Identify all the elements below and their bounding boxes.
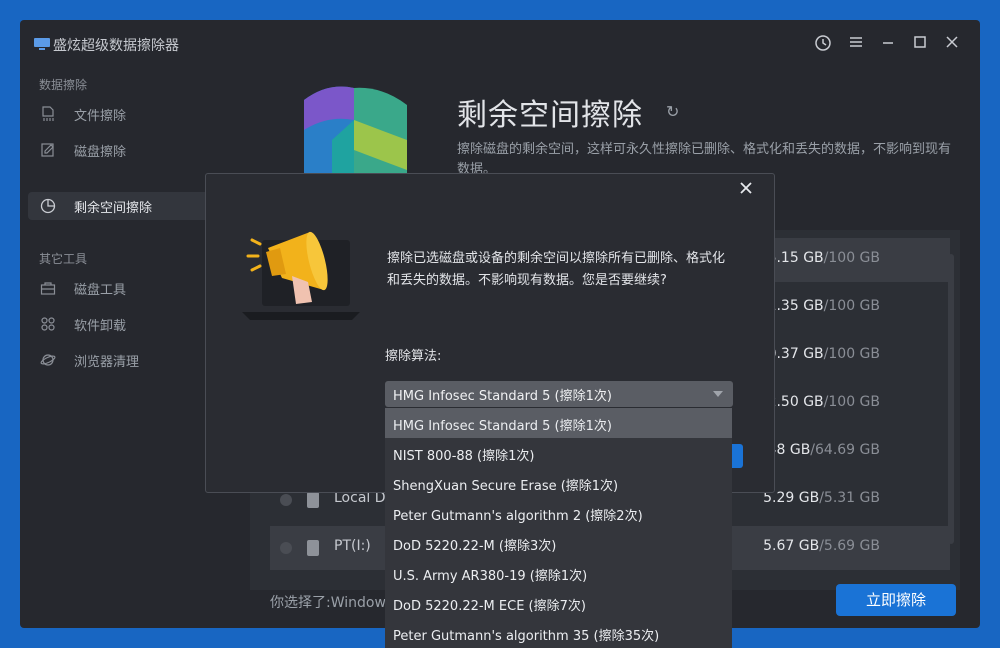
page-title: 剩余空间擦除: [457, 98, 643, 133]
algorithm-dropdown: HMG Infosec Standard 5 (擦除1次) NIST 800-8…: [385, 408, 732, 648]
algorithm-option[interactable]: ShengXuan Secure Erase (擦除1次): [385, 468, 732, 498]
algorithm-option[interactable]: Peter Gutmann's algorithm 35 (擦除35次): [385, 618, 732, 648]
menu-icon[interactable]: [846, 34, 866, 54]
close-window-icon[interactable]: [942, 34, 962, 54]
maximize-icon[interactable]: [910, 34, 930, 54]
sidebar-item-label: 文件擦除: [74, 109, 127, 124]
start-erase-button[interactable]: 立即擦除: [836, 584, 956, 616]
algorithm-option[interactable]: NIST 800-88 (擦除1次): [385, 438, 732, 468]
chevron-down-icon: [713, 391, 723, 397]
megaphone-illustration: [242, 231, 360, 320]
algorithm-option[interactable]: Peter Gutmann's algorithm 2 (擦除2次): [385, 498, 732, 528]
drive-size: 5.67 GB/5.69 GB: [763, 538, 880, 554]
selected-drive-text: 你选择了:Window: [270, 595, 386, 611]
disk-edit-icon: [41, 143, 54, 157]
algorithm-option[interactable]: U.S. Army AR380-19 (擦除1次): [385, 558, 732, 588]
drive-size: 5.15 GB/100 GB: [767, 250, 880, 266]
algorithm-option[interactable]: HMG Infosec Standard 5 (擦除1次): [385, 408, 732, 438]
drive-icon: [307, 492, 319, 508]
drive-name: PT(I:): [334, 538, 371, 554]
drive-icon: [307, 540, 319, 556]
sidebar-item-browser-clean[interactable]: 浏览器清理: [28, 346, 224, 374]
drive-size: 48 GB/64.69 GB: [767, 442, 880, 458]
sidebar: 数据擦除 文件擦除 磁盘擦除 剩余空间擦除 其它工具 磁盘工具 软件卸载 浏览器…: [20, 68, 230, 628]
sidebar-item-label: 软件卸载: [74, 319, 127, 334]
sidebar-item-file-erase[interactable]: 文件擦除: [28, 100, 224, 128]
drive-size: 1.35 GB/100 GB: [767, 298, 880, 314]
drive-size: 0.37 GB/100 GB: [767, 346, 880, 362]
sidebar-item-label: 剩余空间擦除: [74, 201, 153, 216]
drive-size: 2.50 GB/100 GB: [767, 394, 880, 410]
algorithm-select[interactable]: HMG Infosec Standard 5 (擦除1次): [385, 381, 733, 407]
sidebar-item-disk-erase[interactable]: 磁盘擦除: [28, 136, 224, 164]
sidebar-item-disk-tools[interactable]: 磁盘工具: [28, 274, 224, 302]
sidebar-item-label: 磁盘擦除: [74, 145, 127, 160]
sidebar-item-free-space-erase[interactable]: 剩余空间擦除: [28, 192, 224, 220]
algorithm-label: 擦除算法:: [385, 349, 442, 364]
drive-radio[interactable]: [280, 494, 292, 506]
drive-radio[interactable]: [280, 542, 292, 554]
app-title: 盛炫超级数据擦除器: [53, 38, 179, 54]
algorithm-selected-value: HMG Infosec Standard 5 (擦除1次): [393, 389, 612, 404]
app-logo-icon: [34, 38, 50, 50]
title-bar: 盛炫超级数据擦除器: [20, 20, 980, 68]
apps-grid-icon: [41, 317, 55, 331]
page-description: 擦除磁盘的剩余空间，这样可永久性擦除已删除、格式化和丢失的数据，不影响到现有数据…: [457, 142, 952, 176]
planet-icon: [40, 354, 56, 366]
refresh-icon[interactable]: ↻: [666, 102, 679, 121]
sidebar-item-uninstall[interactable]: 软件卸载: [28, 310, 224, 338]
sidebar-section-other-tools: 其它工具: [39, 252, 88, 266]
pie-chart-icon: [40, 198, 56, 214]
dialog-close-icon[interactable]: [736, 180, 756, 200]
algorithm-option[interactable]: DoD 5220.22-M ECE (擦除7次): [385, 588, 732, 618]
algorithm-option[interactable]: DoD 5220.22-M (擦除3次): [385, 528, 732, 558]
dialog-message: 擦除已选磁盘或设备的剩余空间以擦除所有已删除、格式化和丢失的数据。不影响现有数据…: [387, 251, 726, 288]
history-icon[interactable]: [813, 34, 833, 54]
sidebar-section-data-erase: 数据擦除: [39, 78, 88, 92]
minimize-icon[interactable]: [878, 34, 898, 54]
file-shred-icon: [42, 106, 54, 121]
toolbox-icon: [40, 282, 56, 295]
drive-list-scrollbar[interactable]: [948, 254, 954, 544]
drive-size: 5.29 GB/5.31 GB: [763, 490, 880, 506]
dialog-confirm-button[interactable]: [731, 444, 743, 468]
sidebar-item-label: 浏览器清理: [74, 355, 140, 370]
sidebar-item-label: 磁盘工具: [74, 283, 127, 298]
